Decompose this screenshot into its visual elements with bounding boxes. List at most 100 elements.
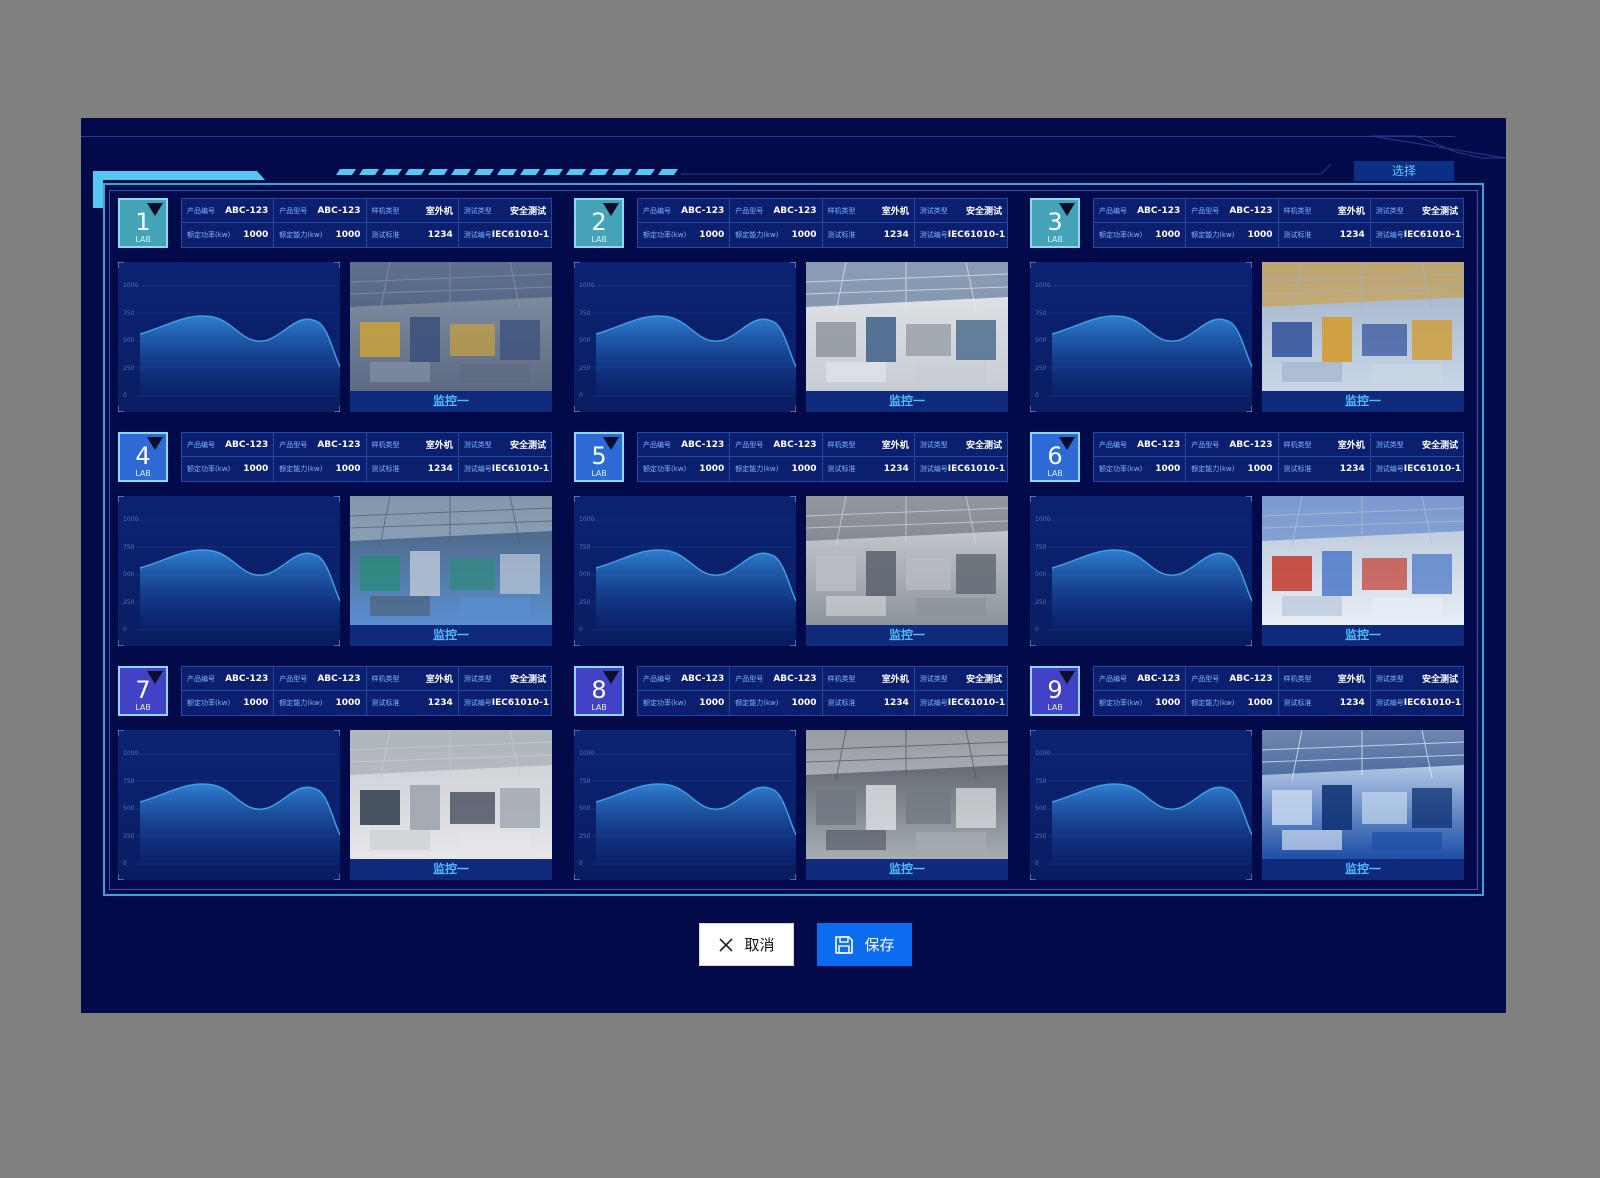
info-cell: 测试标准 1234 <box>1279 691 1371 715</box>
lab-badge[interactable]: 9 LAB <box>1030 666 1080 716</box>
lab-badge[interactable]: 3 LAB <box>1030 198 1080 248</box>
field-value: 1000 <box>699 464 725 474</box>
y-tick-label: 250 <box>1035 832 1047 840</box>
info-cell: 产品编号 ABC-123 <box>182 667 275 691</box>
field-value: 1234 <box>1339 698 1365 708</box>
monitor-label: 监控一 <box>888 394 925 408</box>
info-cell: 测试标准 1234 <box>1279 223 1371 247</box>
dropdown-triangle-icon[interactable] <box>603 437 619 450</box>
y-tick-label: 750 <box>123 309 135 317</box>
lab-card[interactable]: 3 LAB 产品编号 ABC-123 产品型号 ABC-123 样机类型 室外机… <box>1030 198 1464 412</box>
field-value: 室外机 <box>425 441 453 451</box>
lab-badge[interactable]: 8 LAB <box>574 666 624 716</box>
field-key: 产品编号 <box>643 674 671 683</box>
info-cell: 测试类型 安全测试 <box>914 199 1007 223</box>
lab-badge[interactable]: 7 LAB <box>118 666 168 716</box>
save-button[interactable]: 保存 <box>817 923 912 966</box>
lab-label: LAB <box>591 469 607 478</box>
field-key: 测试标准 <box>371 699 400 707</box>
trend-chart: 1000 750 500 250 0 <box>574 262 796 412</box>
field-key: 额定功率(kw) <box>187 699 231 707</box>
monitor-panel[interactable]: 监控一 <box>806 730 1008 880</box>
field-value: 1234 <box>427 230 453 240</box>
lab-info-table: 产品编号 ABC-123 产品型号 ABC-123 样机类型 室外机 测试类型 … <box>1093 666 1464 716</box>
trend-chart: 1000 750 500 250 0 <box>574 496 796 646</box>
lab-label: LAB <box>135 235 151 244</box>
info-cell: 产品编号 ABC-123 <box>182 433 275 457</box>
lab-badge[interactable]: 1 LAB <box>118 198 168 248</box>
field-value: 1000 <box>243 230 269 240</box>
y-tick-label: 1000 <box>1035 516 1051 523</box>
field-value: ABC-123 <box>773 205 817 216</box>
info-cell: 额定能力(kw) 1000 <box>1186 457 1279 481</box>
monitor-panel[interactable]: 监控一 <box>806 262 1008 412</box>
lab-card[interactable]: 8 LAB 产品编号 ABC-123 产品型号 ABC-123 样机类型 室外机… <box>574 666 1008 880</box>
info-cell: 测试标准 1234 <box>367 457 459 481</box>
field-key: 样机类型 <box>827 206 856 215</box>
field-value: 安全测试 <box>965 675 1002 685</box>
field-key: 额定功率(kw) <box>643 699 687 707</box>
dropdown-triangle-icon[interactable] <box>603 203 619 216</box>
trend-chart: 1000 750 500 250 0 <box>118 730 340 880</box>
info-cell: 额定能力(kw) 1000 <box>274 457 367 481</box>
y-tick-label: 250 <box>1035 364 1047 372</box>
info-cell: 额定能力(kw) 1000 <box>730 691 823 715</box>
info-cell: 额定功率(kw) 1000 <box>1094 457 1187 481</box>
lab-card[interactable]: 6 LAB 产品编号 ABC-123 产品型号 ABC-123 样机类型 室外机… <box>1030 432 1464 646</box>
field-value: 1000 <box>791 464 817 474</box>
lab-card[interactable]: 2 LAB 产品编号 ABC-123 产品型号 ABC-123 样机类型 室外机… <box>574 198 1008 412</box>
field-value: 室外机 <box>1337 441 1365 451</box>
field-value: ABC-123 <box>681 439 725 450</box>
monitor-panel[interactable]: 监控一 <box>350 496 552 646</box>
monitor-panel[interactable]: 监控一 <box>1262 496 1464 646</box>
lab-badge[interactable]: 5 LAB <box>574 432 624 482</box>
lab-card[interactable]: 4 LAB 产品编号 ABC-123 产品型号 ABC-123 样机类型 室外机… <box>118 432 552 646</box>
lab-card[interactable]: 5 LAB 产品编号 ABC-123 产品型号 ABC-123 样机类型 室外机… <box>574 432 1008 646</box>
info-cell: 样机类型 室外机 <box>1278 199 1371 223</box>
y-tick-label: 250 <box>579 364 591 372</box>
dropdown-triangle-icon[interactable] <box>147 671 163 684</box>
lab-label: LAB <box>1047 235 1063 244</box>
dropdown-triangle-icon[interactable] <box>1059 671 1075 684</box>
dropdown-triangle-icon[interactable] <box>147 437 163 450</box>
monitor-panel[interactable]: 监控一 <box>1262 730 1464 880</box>
field-key: 产品编号 <box>643 440 671 449</box>
dropdown-triangle-icon[interactable] <box>1059 203 1075 216</box>
field-key: 测试编号 <box>919 465 948 473</box>
lab-badge[interactable]: 2 LAB <box>574 198 624 248</box>
cancel-button[interactable]: 取消 <box>699 923 794 966</box>
monitor-panel[interactable]: 监控一 <box>350 730 552 880</box>
info-cell: 额定能力(kw) 1000 <box>730 457 823 481</box>
info-cell: 样机类型 室外机 <box>822 667 915 691</box>
dropdown-triangle-icon[interactable] <box>1059 437 1075 450</box>
y-tick-label: 750 <box>1035 309 1047 317</box>
monitor-panel[interactable]: 监控一 <box>350 262 552 412</box>
field-key: 额定能力(kw) <box>1191 699 1235 707</box>
y-tick-label: 500 <box>579 337 591 344</box>
y-tick-label: 0 <box>579 392 583 399</box>
monitor-panel[interactable]: 监控一 <box>806 496 1008 646</box>
select-tab[interactable]: 选择 <box>1354 161 1454 181</box>
field-key: 测试编号 <box>919 699 948 707</box>
dropdown-triangle-icon[interactable] <box>147 203 163 216</box>
lab-card[interactable]: 7 LAB 产品编号 ABC-123 产品型号 ABC-123 样机类型 室外机… <box>118 666 552 880</box>
field-value: ABC-123 <box>773 673 817 684</box>
lab-card[interactable]: 9 LAB 产品编号 ABC-123 产品型号 ABC-123 样机类型 室外机… <box>1030 666 1464 880</box>
field-value: 室外机 <box>1337 207 1365 217</box>
info-cell: 产品型号 ABC-123 <box>730 199 823 223</box>
field-key: 样机类型 <box>1283 206 1312 215</box>
dropdown-triangle-icon[interactable] <box>603 671 619 684</box>
lab-badge[interactable]: 6 LAB <box>1030 432 1080 482</box>
y-tick-label: 750 <box>1035 543 1047 551</box>
monitor-panel[interactable]: 监控一 <box>1262 262 1464 412</box>
info-cell: 样机类型 室外机 <box>1278 667 1371 691</box>
lab-select-dialog: 选择 1 LAB 产品编号 ABC-123 产品型号 ABC-123 样机类型 … <box>81 118 1506 1013</box>
info-cell: 测试编号 IEC61010-1 <box>915 223 1007 247</box>
field-key: 测试标准 <box>1283 231 1312 239</box>
field-value: ABC-123 <box>773 439 817 450</box>
lab-badge[interactable]: 4 LAB <box>118 432 168 482</box>
field-key: 测试标准 <box>827 465 856 473</box>
lab-card[interactable]: 1 LAB 产品编号 ABC-123 产品型号 ABC-123 样机类型 室外机… <box>118 198 552 412</box>
field-key: 测试类型 <box>919 440 948 449</box>
y-tick-label: 1000 <box>579 750 595 757</box>
